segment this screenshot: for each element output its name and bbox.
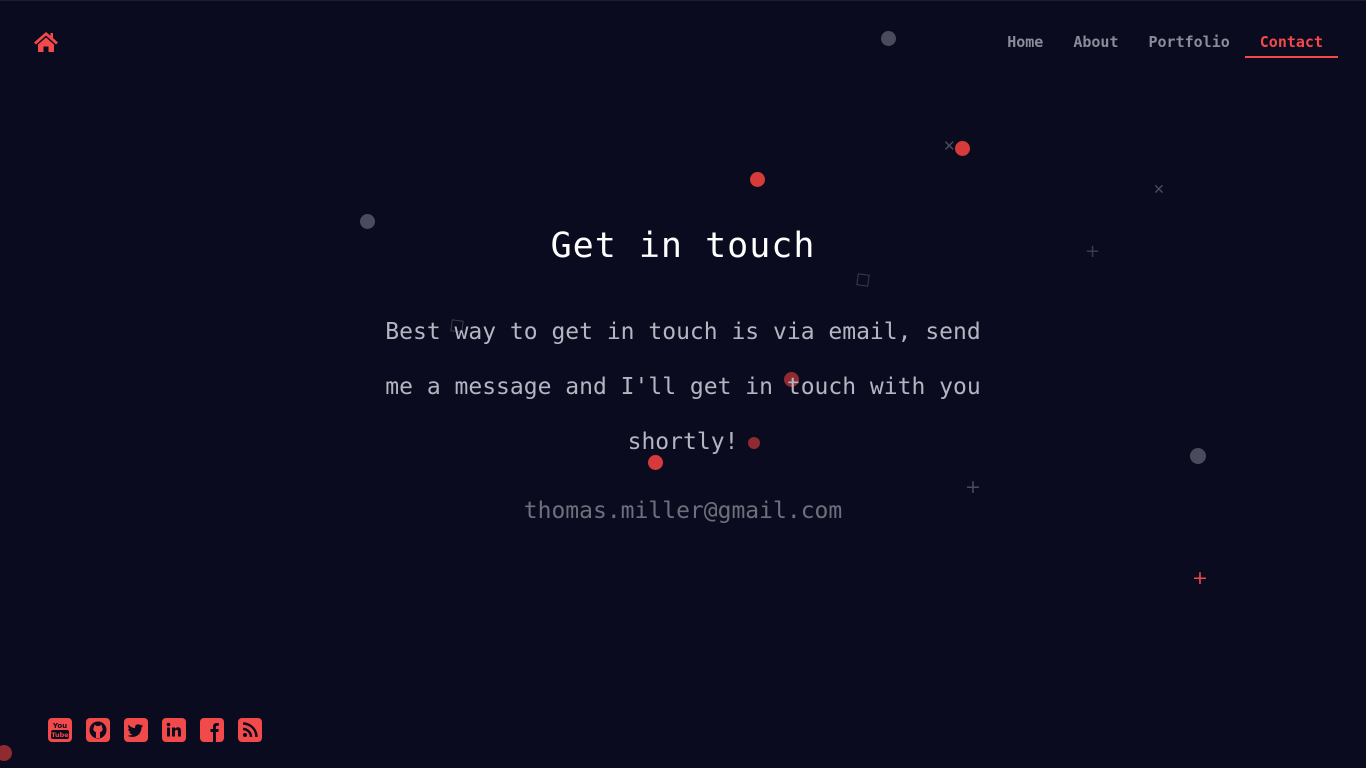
youtube-icon[interactable]: You Tube — [48, 718, 72, 742]
nav-contact[interactable]: Contact — [1244, 31, 1338, 58]
page-title: Get in touch — [550, 226, 816, 266]
home-icon-graphic — [34, 32, 58, 52]
particle-cross: ✕ — [1153, 182, 1165, 198]
particle-cross: ✕ — [943, 137, 956, 155]
social-links: You Tube — [48, 718, 262, 742]
contact-page: ✕ ✕ + + + Home About Portfolio Contact G… — [0, 0, 1366, 768]
particle-plus: + — [1192, 567, 1208, 589]
home-icon[interactable] — [33, 30, 59, 54]
particle-dot — [0, 745, 12, 761]
particle-dot — [750, 172, 765, 187]
particle-dot — [955, 141, 970, 156]
particle-dot — [1190, 448, 1206, 464]
svg-text:Tube: Tube — [51, 731, 69, 739]
nav-portfolio[interactable]: Portfolio — [1134, 31, 1245, 58]
main-nav: Home About Portfolio Contact — [992, 31, 1338, 58]
particle-square — [856, 273, 870, 287]
particle-dot — [881, 31, 896, 46]
nav-about[interactable]: About — [1058, 31, 1133, 58]
linkedin-icon[interactable] — [162, 718, 186, 742]
svg-text:You: You — [52, 722, 67, 730]
particle-plus: + — [965, 476, 981, 498]
rss-icon[interactable] — [238, 718, 262, 742]
email-link[interactable]: thomas.miller@gmail.com — [0, 498, 1366, 524]
contact-description: Best way to get in touch is via email, s… — [385, 319, 981, 455]
facebook-icon[interactable] — [200, 718, 224, 742]
github-icon[interactable] — [86, 718, 110, 742]
nav-home[interactable]: Home — [992, 31, 1058, 58]
twitter-icon[interactable] — [124, 718, 148, 742]
